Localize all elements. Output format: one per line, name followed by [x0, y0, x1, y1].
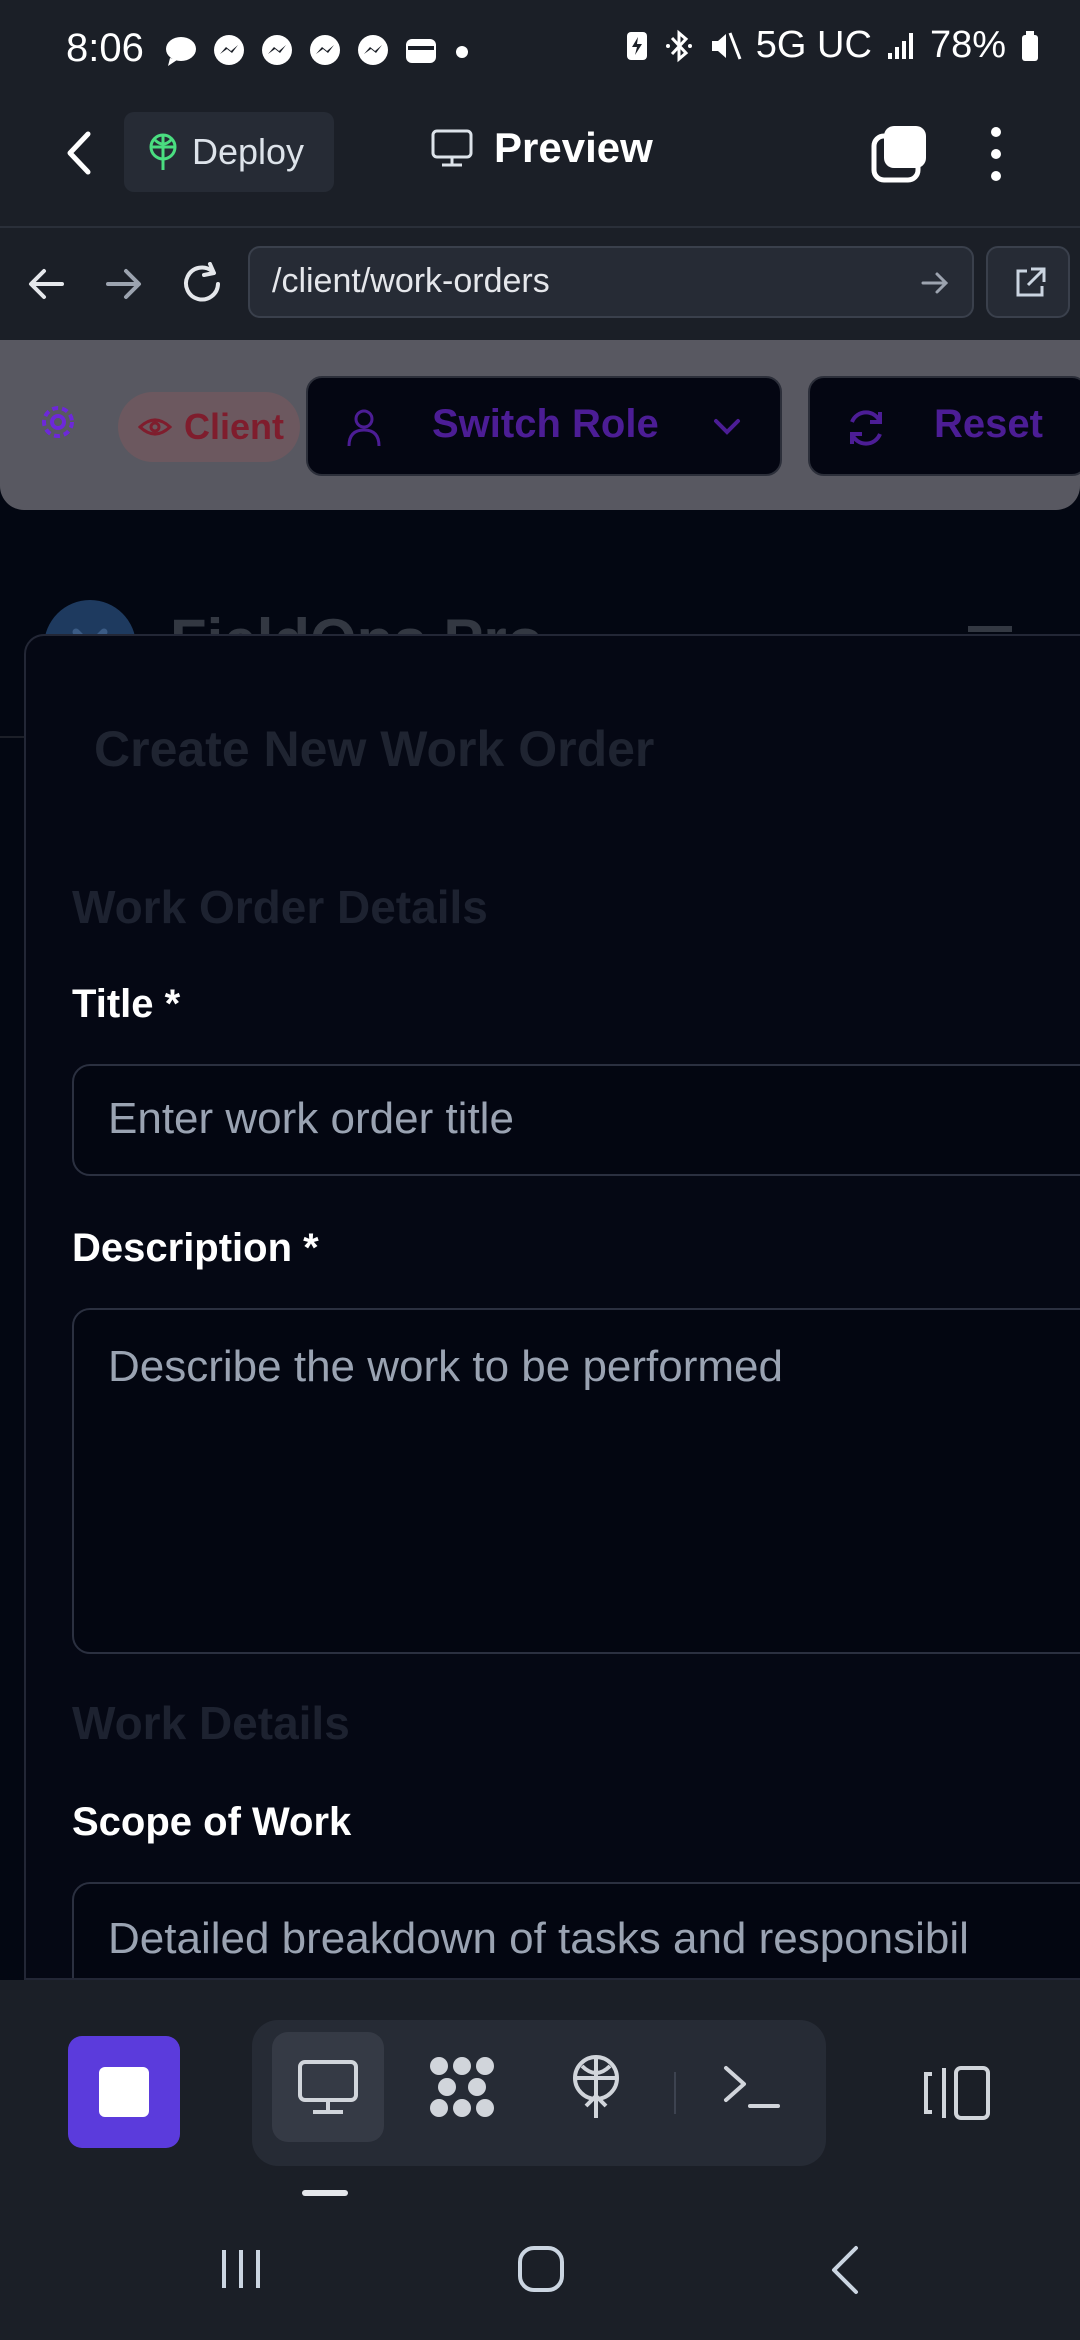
eye-icon: [138, 418, 172, 436]
description-label: Description *: [72, 1226, 319, 1270]
preview-tab[interactable]: Preview: [430, 124, 653, 172]
sidebar-icon[interactable]: [922, 2064, 992, 2122]
go-icon[interactable]: [920, 268, 950, 298]
battery-percent: 78%: [929, 24, 1006, 66]
bottom-toolbar: [0, 1980, 1080, 2200]
signal-icon: [887, 32, 913, 59]
bluetooth-icon: [665, 29, 692, 62]
open-external-button[interactable]: [986, 246, 1070, 318]
notification-icons: [164, 34, 472, 68]
wallet-icon: [406, 39, 436, 63]
user-icon: [347, 409, 381, 447]
description-textarea[interactable]: Describe the work to be performed: [72, 1308, 1080, 1654]
url-bar: /client/work-orders: [0, 226, 1080, 340]
stop-button[interactable]: [68, 2036, 180, 2148]
system-back-icon[interactable]: [826, 2244, 866, 2296]
view-switcher: [252, 2020, 826, 2166]
scope-placeholder: Detailed breakdown of tasks and responsi…: [108, 1914, 969, 1963]
url-text: /client/work-orders: [272, 262, 550, 300]
battery-saver-icon: [626, 31, 647, 60]
messenger-icon: [262, 35, 292, 65]
title-placeholder: Enter work order title: [108, 1094, 514, 1143]
deploy-button[interactable]: Deploy: [124, 112, 334, 192]
scope-label: Scope of Work: [72, 1800, 352, 1844]
network-type: 5G UC: [755, 24, 872, 66]
stop-icon: [99, 2067, 149, 2117]
current-role-badge: Client: [118, 392, 300, 462]
status-right: 5G UC 78%: [624, 24, 1040, 67]
title-input[interactable]: Enter work order title: [72, 1064, 1080, 1176]
switch-role-button[interactable]: Switch Role: [306, 376, 782, 476]
divider: [0, 736, 24, 738]
status-bar: 8:06 5G UC 78%: [0, 0, 1080, 102]
url-input[interactable]: /client/work-orders: [248, 246, 974, 318]
deploy-icon: [573, 2055, 619, 2118]
reload-icon[interactable]: [180, 262, 226, 306]
monitor-icon: [431, 129, 473, 167]
terminal-view-button[interactable]: [696, 2032, 808, 2142]
deploy-icon: [149, 133, 177, 170]
menu-icon: [968, 626, 1012, 632]
settings-icon[interactable]: [36, 400, 80, 444]
terminal-icon: [724, 2066, 780, 2108]
system-nav-bar: [0, 2200, 1080, 2340]
more-menu-icon[interactable]: [984, 122, 1008, 186]
reset-label: Reset: [934, 402, 1043, 446]
divider: [674, 2072, 676, 2114]
refresh-icon: [850, 410, 882, 446]
description-placeholder: Describe the work to be performed: [108, 1342, 783, 1391]
chevron-down-icon: [714, 419, 740, 435]
status-time: 8:06: [66, 26, 144, 70]
battery-icon: [1022, 30, 1038, 61]
modal-title: Create New Work Order: [94, 721, 655, 777]
desktop-icon: [298, 2060, 358, 2114]
home-icon[interactable]: [516, 2244, 566, 2294]
messenger-icon: [310, 35, 340, 65]
messenger-icon: [358, 35, 388, 65]
reset-button[interactable]: Reset: [808, 376, 1080, 476]
recent-apps-icon[interactable]: [216, 2246, 266, 2292]
external-link-icon: [1016, 267, 1046, 297]
deploy-view-button[interactable]: [540, 2032, 652, 2142]
switch-role-label: Switch Role: [432, 402, 659, 446]
deploy-label: Deploy: [192, 131, 305, 172]
tabs-icon[interactable]: [868, 124, 928, 184]
chat-icon: [166, 37, 196, 66]
mute-icon: [711, 31, 742, 60]
app-header: Deploy Preview: [0, 102, 1080, 226]
dot-icon: [456, 46, 468, 58]
back-icon[interactable]: [60, 128, 100, 178]
active-tab-indicator: [302, 2190, 348, 2196]
preview-label: Preview: [494, 124, 653, 171]
scope-textarea[interactable]: Detailed breakdown of tasks and responsi…: [72, 1882, 1080, 1978]
apps-view-button[interactable]: [406, 2032, 518, 2142]
section-work-details: Work Details: [72, 1697, 350, 1749]
grid-icon: [430, 2057, 494, 2117]
messenger-icon: [214, 35, 244, 65]
title-label: Title *: [72, 982, 181, 1026]
nav-forward-icon[interactable]: [104, 264, 144, 304]
client-label: Client: [184, 406, 285, 447]
section-work-order-details: Work Order Details: [72, 881, 488, 933]
role-toolbar: Client Switch Role Reset: [0, 340, 1080, 510]
desktop-view-button[interactable]: [272, 2032, 384, 2142]
nav-back-icon[interactable]: [26, 264, 66, 304]
create-work-order-modal: Create New Work Order Work Order Details…: [24, 634, 1080, 1980]
